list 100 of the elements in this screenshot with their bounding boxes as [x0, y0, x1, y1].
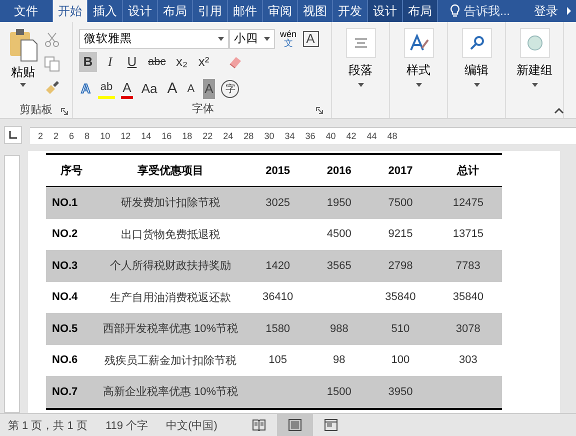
font-size-field[interactable]: 小四 [229, 28, 275, 48]
ruler-number: 34 [284, 130, 295, 140]
table-cell: 36410 [262, 291, 294, 304]
dropdown-arrow-icon [416, 83, 422, 87]
print-view-button[interactable] [277, 414, 314, 436]
table-cell: 303 [458, 354, 478, 366]
table-cell: NO.3 [52, 260, 78, 272]
table-cell: 510 [391, 322, 410, 335]
tab-selector-button[interactable] [4, 126, 22, 144]
format-button[interactable]: ab [98, 78, 115, 98]
lightbulb-icon [450, 4, 460, 18]
table-cell: 研发费加计扣除节税 [121, 197, 220, 210]
table-cell: 高新企业税率优惠 10%节税 [102, 386, 238, 398]
ruler-number: 36 [305, 130, 316, 140]
page-count[interactable]: 第 1 页，共 1 页 [8, 418, 88, 432]
letter-brush-icon [408, 33, 428, 53]
format-button[interactable]: I [101, 52, 119, 72]
ribbon-tab[interactable]: 布局 [403, 0, 438, 22]
sign-in-button[interactable]: 登录 [528, 0, 564, 22]
ribbon-tab[interactable]: 开始 [53, 0, 88, 22]
phonetic-guide-button[interactable]: wén 文 [280, 30, 297, 48]
format-button[interactable]: U [123, 52, 141, 72]
language-indicator[interactable]: 中文(中国) [166, 418, 218, 432]
ruler-number: 40 [326, 130, 336, 140]
dropdown-arrow-icon [532, 83, 538, 87]
table-cell: 13715 [452, 228, 484, 240]
table-cell: 7783 [456, 260, 480, 272]
clipboard-icon [8, 28, 38, 62]
table-cell: 1500 [326, 386, 352, 398]
table-cell: 生产自用油消费税返还款 [110, 292, 231, 304]
table-cell: NO.5 [52, 322, 78, 335]
circle-icon [526, 34, 544, 52]
ruler-number: 22 [202, 130, 213, 140]
dropdown-arrow-icon [20, 83, 26, 87]
paste-button[interactable]: 粘贴 [6, 28, 40, 101]
table-cell: 1420 [266, 260, 290, 272]
ruler-number: 28 [244, 130, 254, 140]
word-count[interactable]: 119 个字 [105, 418, 148, 432]
dialog-launcher-icon[interactable] [316, 107, 323, 114]
table-cell: 个人所得税财政扶持奖励 [110, 260, 231, 272]
search-icon [468, 35, 484, 51]
character-border-button[interactable]: A [302, 30, 319, 46]
format-button[interactable]: B [79, 52, 97, 72]
table-cell: 35840 [452, 291, 484, 304]
table-cell: 12475 [452, 196, 484, 209]
format-button[interactable]: Aa [139, 78, 160, 98]
format-button[interactable]: A [185, 78, 197, 98]
ruler-number: 10 [100, 130, 110, 140]
copy-icon[interactable] [44, 56, 60, 72]
format-button[interactable]: 字 [221, 80, 240, 98]
table-cell: 9215 [388, 228, 413, 240]
table-cell: NO.7 [52, 386, 78, 398]
table-cell: 105 [268, 354, 287, 366]
brush-icon[interactable] [44, 80, 60, 96]
dialog-launcher-icon[interactable] [61, 108, 68, 115]
table-cell: 3950 [388, 386, 413, 398]
column-header: 2015 [266, 164, 290, 176]
ribbon-tab[interactable]: 设计 [368, 0, 403, 22]
table-cell: 3078 [456, 322, 480, 335]
collapse-ribbon-icon[interactable] [554, 108, 564, 114]
table-cell: 7500 [388, 196, 413, 209]
table-cell: 988 [330, 322, 348, 335]
table-cell: 残疾员工薪金加计扣除节税 [104, 354, 236, 367]
table-cell: NO.1 [52, 196, 78, 209]
align-lines-icon [352, 37, 368, 49]
format-button[interactable]: x₂ [172, 52, 191, 72]
table-cell: 100 [391, 354, 410, 366]
ruler-number: 48 [387, 130, 398, 140]
table-cell: 4500 [326, 228, 352, 240]
dropdown-arrow-icon [474, 83, 480, 87]
ruler-number: 14 [141, 130, 152, 140]
format-button[interactable]: A [165, 78, 180, 98]
ribbon-group-button[interactable]: 样式 [390, 22, 448, 118]
group-label: 字体 [192, 102, 214, 116]
font-name-field[interactable]: 微软雅黑 [79, 28, 229, 48]
ruler-number: 2 [38, 130, 44, 140]
ruler-number: 24 [223, 130, 234, 140]
column-header: 总计 [457, 165, 480, 177]
horizontal-ruler[interactable]: 2 2 6 8 10 12 14 16 18 22 24 28 30 34 36 40 42 44 48 [30, 126, 576, 144]
table-cell: 98 [333, 354, 346, 366]
table-cell: NO.6 [52, 354, 78, 366]
book-icon [252, 419, 266, 431]
scissors-icon[interactable] [44, 32, 60, 48]
table-cell: 西部开发税率优惠 10%节税 [102, 323, 238, 336]
column-header: 2016 [326, 164, 352, 176]
ribbon-group-button[interactable]: 编辑 [448, 22, 506, 118]
format-button[interactable]: x² [194, 52, 213, 72]
ribbon-group-button[interactable]: 新建组 [506, 22, 564, 118]
ruler-number: 16 [162, 130, 172, 140]
dropdown-arrow-icon [218, 36, 224, 40]
ruler-number: 42 [346, 130, 356, 140]
ruler-number: 12 [120, 130, 131, 140]
format-button[interactable]: abc [145, 52, 169, 72]
table-cell: 3025 [266, 196, 290, 209]
tell-me-field[interactable]: 告诉我... [446, 0, 520, 22]
format-button[interactable]: A [120, 78, 134, 98]
ribbon-group-button[interactable]: 段落 [332, 22, 390, 118]
table-cell: NO.2 [52, 228, 78, 240]
scroll-right-icon[interactable] [566, 6, 572, 16]
table-cell: 3565 [326, 260, 352, 272]
